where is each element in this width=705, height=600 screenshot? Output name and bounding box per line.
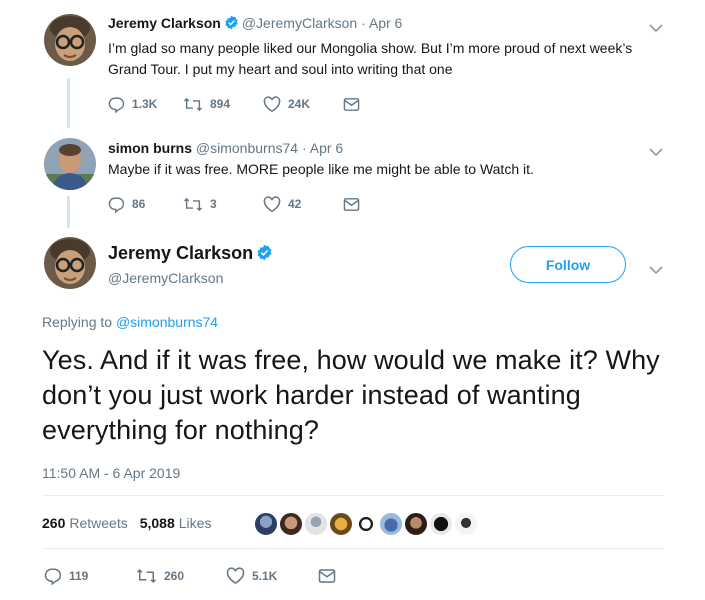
mention-link[interactable]: @simonburns74 (116, 314, 218, 330)
avatar[interactable] (44, 14, 96, 66)
tweet-actions: 86 3 42 (108, 194, 367, 214)
liker-avatar[interactable] (354, 512, 378, 536)
follow-button[interactable]: Follow (510, 246, 626, 283)
reply-icon (108, 196, 125, 213)
author-name[interactable]: simon burns (108, 140, 192, 156)
like-count: 5.1K (252, 569, 278, 583)
retweet-icon (183, 197, 203, 211)
replying-to: Replying to @simonburns74 (42, 313, 218, 331)
like-button[interactable]: 5.1K (226, 567, 318, 585)
main-tweet-text: Yes. And if it was free, how would we ma… (42, 345, 660, 445)
reply-count: 1.3K (132, 97, 158, 111)
avatar[interactable] (44, 138, 96, 190)
reply-icon (44, 568, 62, 585)
tweet-actions: 119 260 5.1K (44, 566, 343, 586)
retweet-icon (136, 568, 157, 584)
avatar[interactable] (44, 237, 96, 289)
chevron-down-icon[interactable] (649, 20, 663, 38)
author-name[interactable]: Jeremy Clarkson (108, 15, 221, 31)
retweets-total[interactable]: 260 (42, 515, 65, 531)
liker-avatar[interactable] (329, 512, 353, 536)
like-button[interactable]: 42 (263, 195, 343, 213)
reply-count: 119 (69, 569, 89, 583)
retweet-count: 3 (210, 197, 217, 211)
liker-avatar[interactable] (404, 512, 428, 536)
liker-avatar[interactable] (279, 512, 303, 536)
like-icon (263, 95, 281, 112)
reply-button[interactable]: 119 (44, 567, 136, 585)
liker-avatars (254, 512, 479, 536)
like-icon (263, 195, 281, 212)
tweet-time[interactable]: · Apr 6 (361, 15, 402, 31)
tweet-text: Maybe if it was free. MORE people like m… (108, 161, 534, 177)
divider (42, 495, 664, 496)
likes-label[interactable]: Likes (179, 515, 212, 531)
direct-message-button[interactable] (318, 568, 343, 584)
like-count: 24K (288, 97, 311, 111)
direct-message-button[interactable] (343, 97, 367, 112)
author-handle[interactable]: @JeremyClarkson (242, 15, 357, 31)
author-handle[interactable]: @JeremyClarkson (108, 269, 223, 287)
verified-badge-icon (256, 244, 273, 266)
reply-button[interactable]: 86 (108, 196, 183, 213)
retweet-button[interactable]: 894 (183, 96, 263, 113)
thread-line (67, 196, 70, 228)
retweet-count: 894 (210, 97, 231, 111)
tweet-time[interactable]: · Apr 6 (302, 140, 343, 156)
tweet-timestamp[interactable]: 11:50 AM - 6 Apr 2019 (42, 465, 180, 481)
like-button[interactable]: 24K (263, 95, 343, 113)
reply-count: 86 (132, 197, 146, 211)
divider (42, 548, 664, 549)
reply-icon (108, 96, 125, 113)
chevron-down-icon[interactable] (649, 262, 663, 280)
liker-avatar[interactable] (454, 512, 478, 536)
retweet-icon (183, 97, 203, 111)
verified-badge-icon (224, 15, 239, 34)
retweet-button[interactable]: 3 (183, 196, 263, 213)
direct-message-icon (318, 569, 336, 583)
like-count: 42 (288, 197, 302, 211)
likes-total[interactable]: 5,088 (140, 515, 175, 531)
liker-avatar[interactable] (304, 512, 328, 536)
author-name[interactable]: Jeremy Clarkson (108, 243, 253, 263)
replying-prefix: Replying to (42, 314, 113, 330)
engagement-stats: 260 Retweets 5,088 Likes (42, 515, 223, 531)
direct-message-icon (343, 197, 360, 211)
retweet-count: 260 (164, 569, 185, 583)
author-handle[interactable]: @simonburns74 (196, 140, 298, 156)
retweet-button[interactable]: 260 (136, 567, 226, 585)
retweets-label[interactable]: Retweets (69, 515, 127, 531)
like-icon (226, 567, 245, 585)
reply-button[interactable]: 1.3K (108, 96, 183, 113)
tweet-text: I’m glad so many people liked our Mongol… (108, 40, 633, 77)
liker-avatar[interactable] (429, 512, 453, 536)
thread-line (67, 78, 70, 128)
liker-avatar[interactable] (254, 512, 278, 536)
tweet-actions: 1.3K 894 24K (108, 94, 367, 114)
direct-message-button[interactable] (343, 197, 367, 212)
liker-avatar[interactable] (379, 512, 403, 536)
direct-message-icon (343, 97, 360, 111)
